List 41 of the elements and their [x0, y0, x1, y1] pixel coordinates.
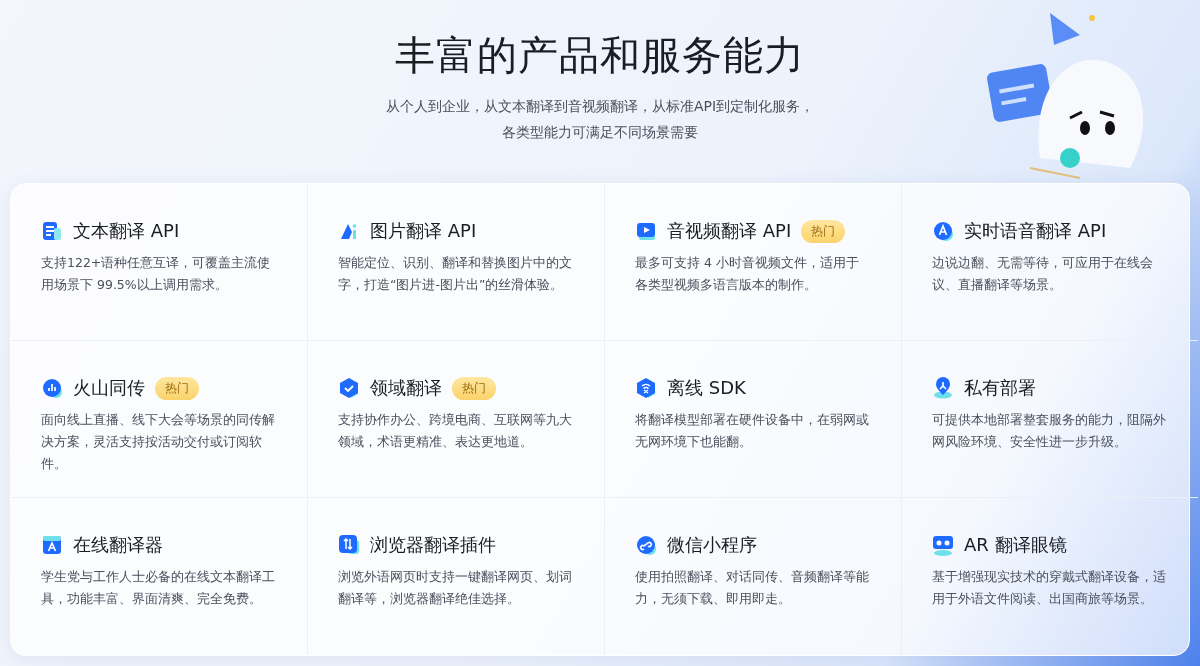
product-description: 基于增强现实技术的穿戴式翻译设备，适用于外语文件阅读、出国商旅等场景。: [932, 568, 1167, 608]
play-icon: [635, 220, 657, 242]
product-description: 学生党与工作人士必备的在线文本翻译工具，功能丰富、界面清爽、完全免费。: [41, 568, 276, 608]
product-description: 可提供本地部署整套服务的能力，阻隔外网风险环境、安全性进一步升级。: [932, 411, 1167, 451]
product-description: 智能定位、识别、翻译和替换图片中的文字，打造“图片进-图片出”的丝滑体验。: [338, 254, 573, 294]
product-title[interactable]: 图片翻译 API: [370, 219, 477, 243]
product-title[interactable]: 领域翻译: [370, 376, 442, 400]
product-title[interactable]: 微信小程序: [667, 533, 757, 557]
document-icon: [41, 220, 63, 242]
hot-tag: 热门: [155, 376, 199, 400]
arrows-icon: [338, 534, 360, 556]
letter-a-icon: [932, 220, 954, 242]
product-title[interactable]: 浏览器翻译插件: [370, 533, 496, 557]
product-title[interactable]: 火山同传: [73, 376, 145, 400]
check-shield-icon: [338, 377, 360, 399]
goggles-icon: [932, 534, 954, 556]
product-title[interactable]: 在线翻译器: [73, 533, 163, 557]
product-description: 边说边翻、无需等待，可应用于在线会议、直播翻译等场景。: [932, 254, 1154, 294]
product-title[interactable]: AR 翻译眼镜: [964, 533, 1067, 557]
bar-chart-icon: [41, 377, 63, 399]
product-description: 支持协作办公、跨境电商、互联网等九大领域，术语更精准、表达更地道。: [338, 411, 573, 451]
hot-tag: 热门: [801, 219, 846, 243]
wifi-shield-icon: [635, 377, 657, 399]
browser-window-icon: [41, 534, 63, 556]
product-description: 面向线上直播、线下大会等场景的同传解决方案，灵活支持按活动交付或订阅软件。: [41, 411, 276, 473]
subtitle-line: 从个人到企业，从文本翻译到音视频翻译，从标准API到定制化服务，: [385, 97, 815, 116]
page-title: 丰富的产品和服务能力: [394, 31, 806, 80]
hot-tag: 热门: [452, 376, 496, 400]
product-description: 浏览外语网页时支持一键翻译网页、划词翻译等，浏览器翻译绝佳选择。: [338, 568, 573, 608]
location-pin-icon: [932, 377, 954, 399]
product-title[interactable]: 文本翻译 API: [73, 219, 180, 243]
product-title[interactable]: 私有部署: [964, 376, 1036, 400]
product-description: 最多可支持 4 小时音视频文件，适用于各类型视频多语言版本的制作。: [635, 254, 860, 294]
product-title[interactable]: 离线 SDK: [667, 376, 746, 400]
product-title[interactable]: 音视频翻译 API: [667, 219, 792, 243]
subtitle-line: 各类型能力可满足不同场景需要: [502, 123, 698, 142]
product-description: 将翻译模型部署在硬件设备中，在弱网或无网环境下也能翻。: [635, 411, 870, 451]
product-title[interactable]: 实时语音翻译 API: [964, 219, 1107, 243]
link-icon: [635, 534, 657, 556]
product-description: 支持122+语种任意互译，可覆盖主流使用场景下 99.5%以上调用需求。: [41, 254, 272, 294]
product-description: 使用拍照翻译、对话同传、音频翻译等能力，无须下载、即用即走。: [635, 568, 870, 608]
